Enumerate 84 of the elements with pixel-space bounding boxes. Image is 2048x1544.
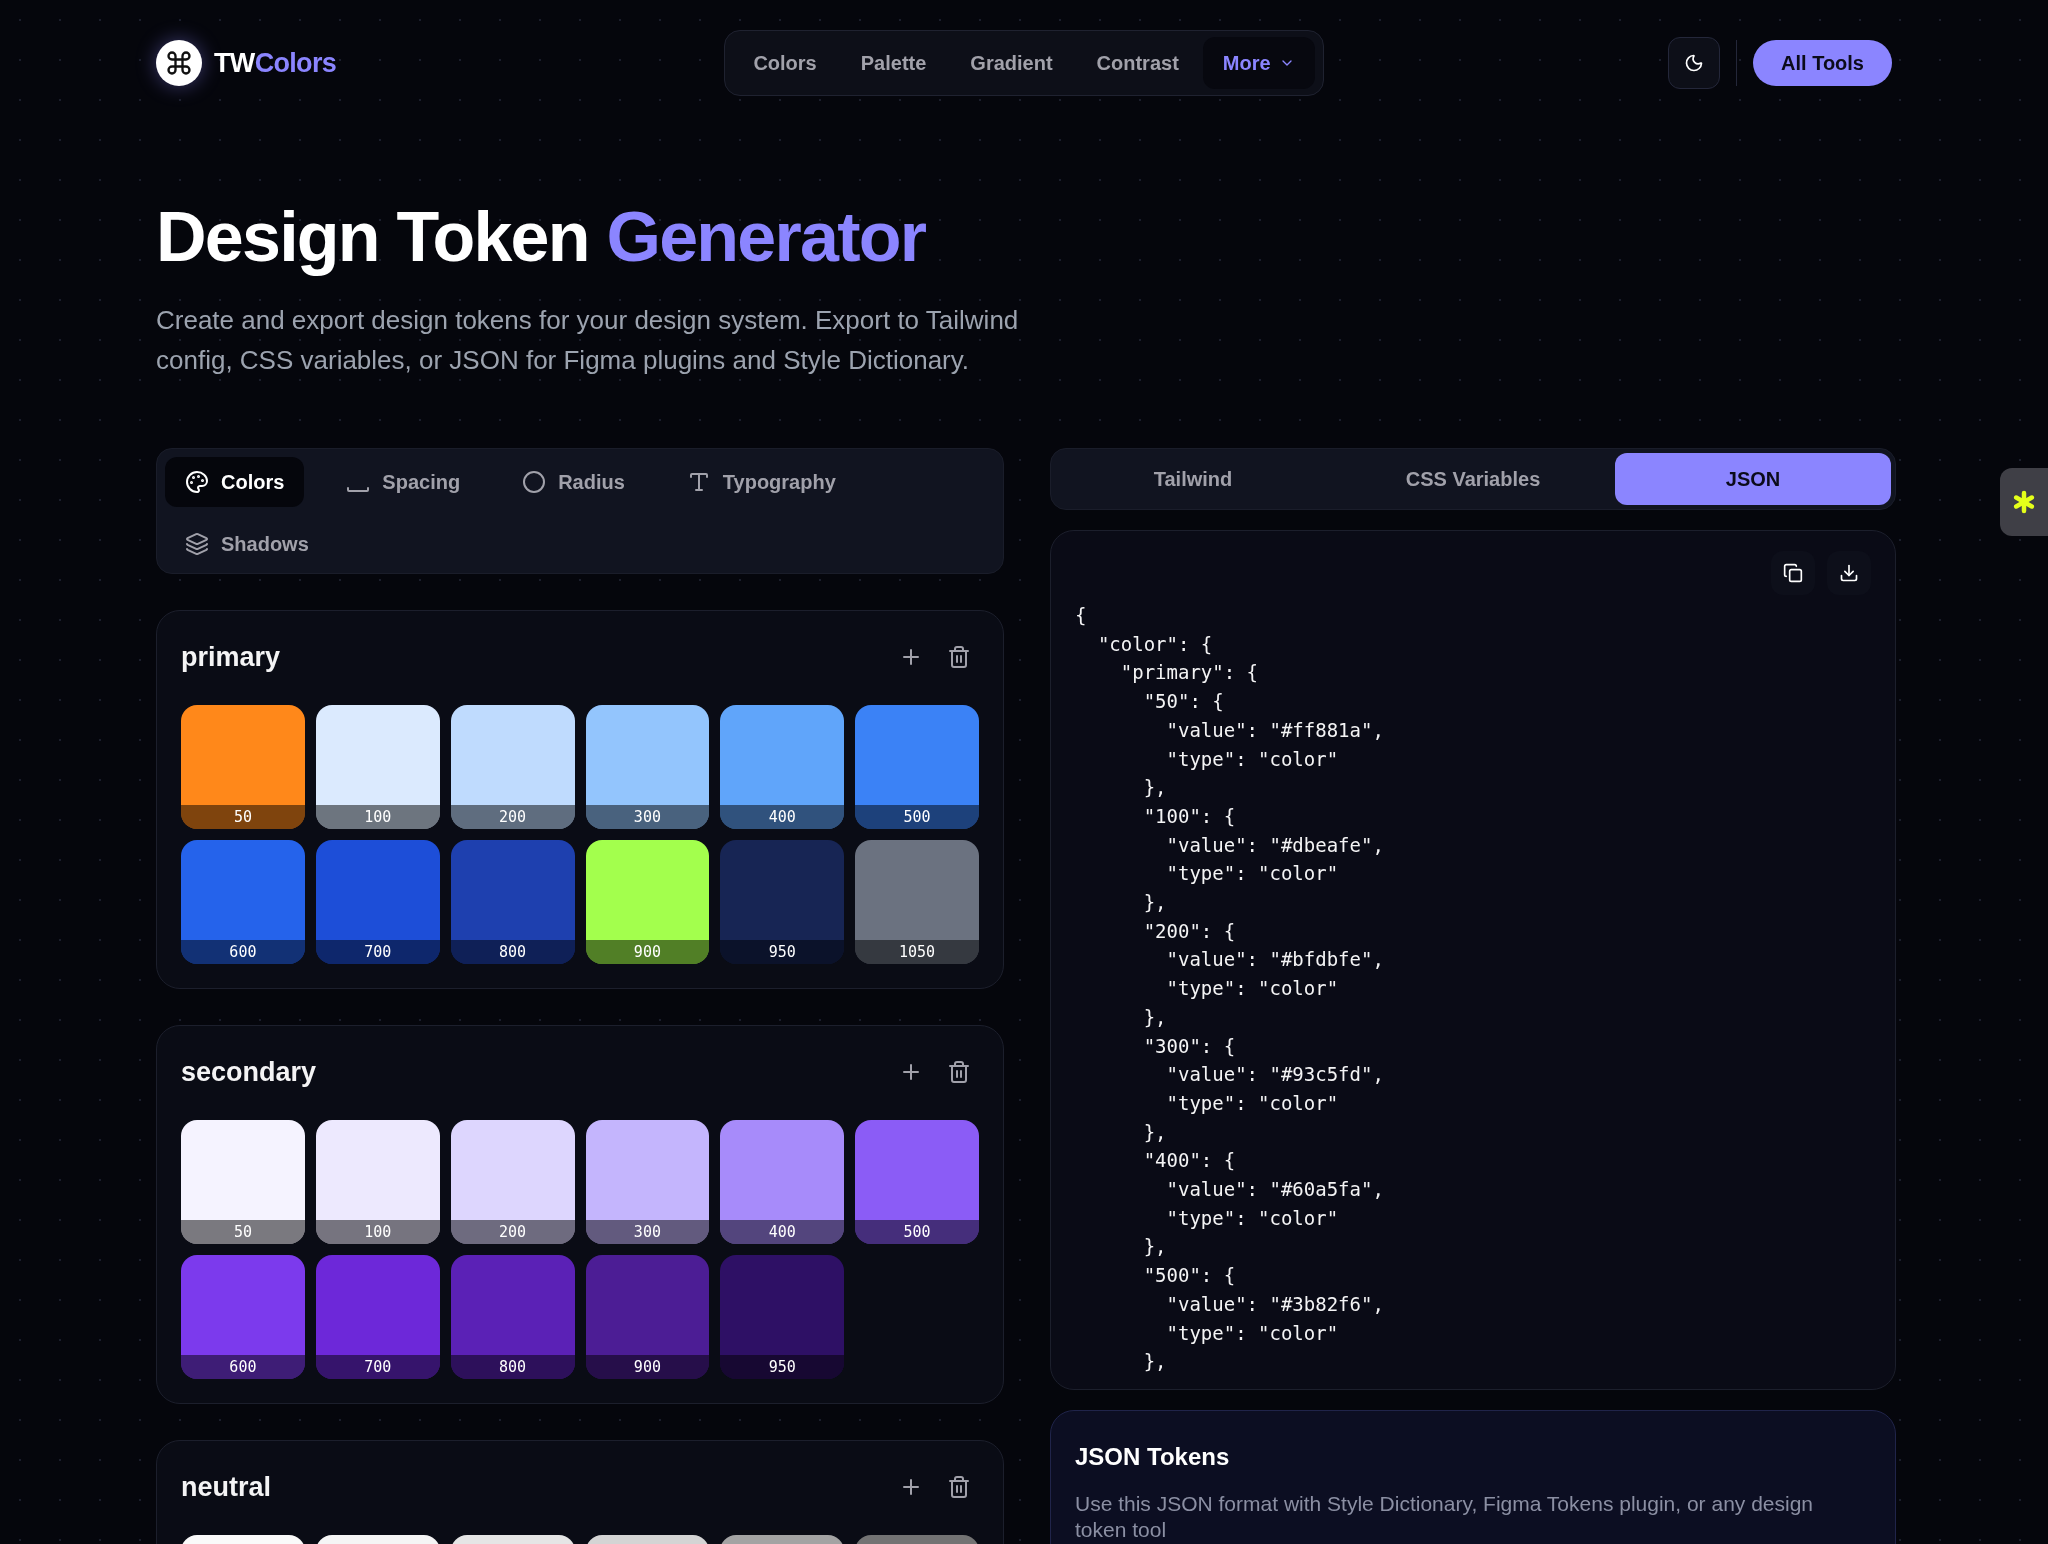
swatch-label: 50 bbox=[181, 1220, 305, 1244]
logo-badge[interactable] bbox=[156, 40, 202, 86]
nav-link[interactable]: More bbox=[1202, 37, 1315, 89]
nav-link[interactable]: Palette bbox=[840, 37, 947, 89]
code-text: { "color": { "primary": { "50": { "value": "#ff881a", "type": "color" }, "100": { "value": "#dbeafe", "type": "color" }, "200": { "value": "#bfdbfe", "type": "color" }, "300": { "value": "#93c5fd", "type": "color" }, "400": { "value": "#60a5fa", "type": "color" }, "500": { "value": "#3b82f6", "type": "color" }, bbox=[1075, 603, 1385, 1375]
circle-icon bbox=[522, 470, 547, 494]
swatch-label: 950 bbox=[720, 940, 845, 964]
swatch-label: 900 bbox=[585, 1355, 710, 1379]
color-swatch[interactable]: 700 bbox=[315, 1255, 440, 1379]
color-swatch[interactable]: 600 bbox=[181, 1255, 305, 1379]
swatch-label: 600 bbox=[181, 940, 305, 964]
page-description: Create and export design tokens for your design system. Export to Tailwind config, CSS variables, or JSON for Figma plugins and Style Dictionary. bbox=[156, 304, 1020, 377]
color-swatch[interactable]: 500 bbox=[855, 1120, 979, 1244]
underscore-icon bbox=[346, 487, 371, 493]
swatch-label: 50 bbox=[181, 805, 305, 829]
swatch-label: 900 bbox=[585, 940, 710, 964]
palette-name: secondary bbox=[181, 1055, 317, 1089]
nav-link[interactable]: Gradient bbox=[950, 37, 1073, 89]
swatch-label: 400 bbox=[720, 805, 845, 829]
theme-toggle-button[interactable] bbox=[1668, 37, 1721, 89]
swatch-label: 800 bbox=[450, 1355, 575, 1379]
swatch-label: 100 bbox=[315, 1220, 440, 1244]
token-tab[interactable]: Shadows bbox=[165, 519, 329, 569]
color-swatch[interactable]: 500 bbox=[855, 705, 979, 829]
swatch-label: 200 bbox=[450, 1220, 575, 1244]
swatch-label: 500 bbox=[855, 805, 979, 829]
token-tab[interactable]: Colors bbox=[165, 457, 305, 507]
swatch-label: 700 bbox=[315, 1355, 440, 1379]
trash-icon[interactable] bbox=[947, 645, 971, 669]
nav-link[interactable]: Contrast bbox=[1076, 37, 1199, 89]
swatch-label: 1050 bbox=[855, 940, 979, 964]
swatch-label: 500 bbox=[855, 1220, 979, 1244]
export-tab[interactable]: JSON bbox=[1615, 453, 1891, 505]
layers-icon bbox=[185, 532, 209, 556]
color-swatch[interactable]: 300 bbox=[585, 1120, 710, 1244]
all-tools-button[interactable]: All Tools bbox=[1753, 40, 1892, 86]
swatch-label: 400 bbox=[720, 1220, 845, 1244]
color-swatch[interactable]: 400 bbox=[720, 705, 845, 829]
color-swatch[interactable]: 900 bbox=[585, 840, 710, 964]
color-swatch[interactable]: 50 bbox=[181, 705, 305, 829]
color-swatch[interactable]: 700 bbox=[315, 840, 440, 964]
color-swatch[interactable]: 600 bbox=[181, 840, 305, 964]
download-button[interactable] bbox=[1827, 551, 1871, 595]
copy-icon bbox=[1783, 563, 1803, 583]
color-swatch[interactable]: 900 bbox=[585, 1255, 710, 1379]
color-swatch[interactable]: 200 bbox=[450, 705, 575, 829]
floating-widget-button[interactable] bbox=[2000, 468, 2048, 536]
palette-name: neutral bbox=[181, 1470, 272, 1504]
swatch-label: 950 bbox=[720, 1355, 845, 1379]
trash-icon[interactable] bbox=[947, 1060, 971, 1084]
swatch-label: 300 bbox=[585, 1220, 710, 1244]
logo-text[interactable]: TWColors bbox=[214, 42, 337, 84]
color-swatch[interactable]: 100 bbox=[315, 1120, 440, 1244]
swatch-label: 700 bbox=[315, 940, 440, 964]
swatch-label: 300 bbox=[585, 805, 710, 829]
token-tab[interactable]: Typography bbox=[666, 457, 856, 507]
export-tab[interactable]: Tailwind bbox=[1055, 453, 1331, 505]
copy-button[interactable] bbox=[1771, 551, 1815, 595]
command-icon bbox=[165, 49, 193, 77]
color-swatch[interactable]: 950 bbox=[720, 840, 845, 964]
swatch-label: 600 bbox=[181, 1355, 305, 1379]
swatch-label: 800 bbox=[450, 940, 575, 964]
color-swatch[interactable]: 100 bbox=[315, 705, 440, 829]
color-swatch[interactable]: 1050 bbox=[855, 840, 979, 964]
info-text: Use this JSON format with Style Dictionary, Figma Tokens plugin, or any design token tool bbox=[1075, 1491, 1815, 1543]
color-swatch[interactable]: 200 bbox=[450, 1120, 575, 1244]
trash-icon[interactable] bbox=[947, 1475, 971, 1499]
color-swatch[interactable]: 800 bbox=[450, 1255, 575, 1379]
token-tab[interactable]: Radius bbox=[502, 457, 645, 507]
moon-icon bbox=[1684, 53, 1705, 73]
info-title: JSON Tokens bbox=[1075, 1442, 1231, 1472]
swatch-label: 100 bbox=[315, 805, 440, 829]
export-tab[interactable]: CSS Variables bbox=[1335, 453, 1611, 505]
nav-link[interactable]: Colors bbox=[733, 37, 837, 89]
color-swatch[interactable]: 300 bbox=[585, 705, 710, 829]
color-swatch[interactable]: 950 bbox=[720, 1255, 845, 1379]
download-icon bbox=[1839, 563, 1859, 583]
color-swatch[interactable]: 800 bbox=[450, 840, 575, 964]
color-swatch[interactable]: 400 bbox=[720, 1120, 845, 1244]
swatch-label: 200 bbox=[450, 805, 575, 829]
token-tab[interactable]: Spacing bbox=[326, 457, 481, 507]
color-swatch[interactable]: 50 bbox=[181, 1120, 305, 1244]
palette-icon bbox=[185, 470, 209, 494]
palette-name: primary bbox=[181, 640, 281, 674]
